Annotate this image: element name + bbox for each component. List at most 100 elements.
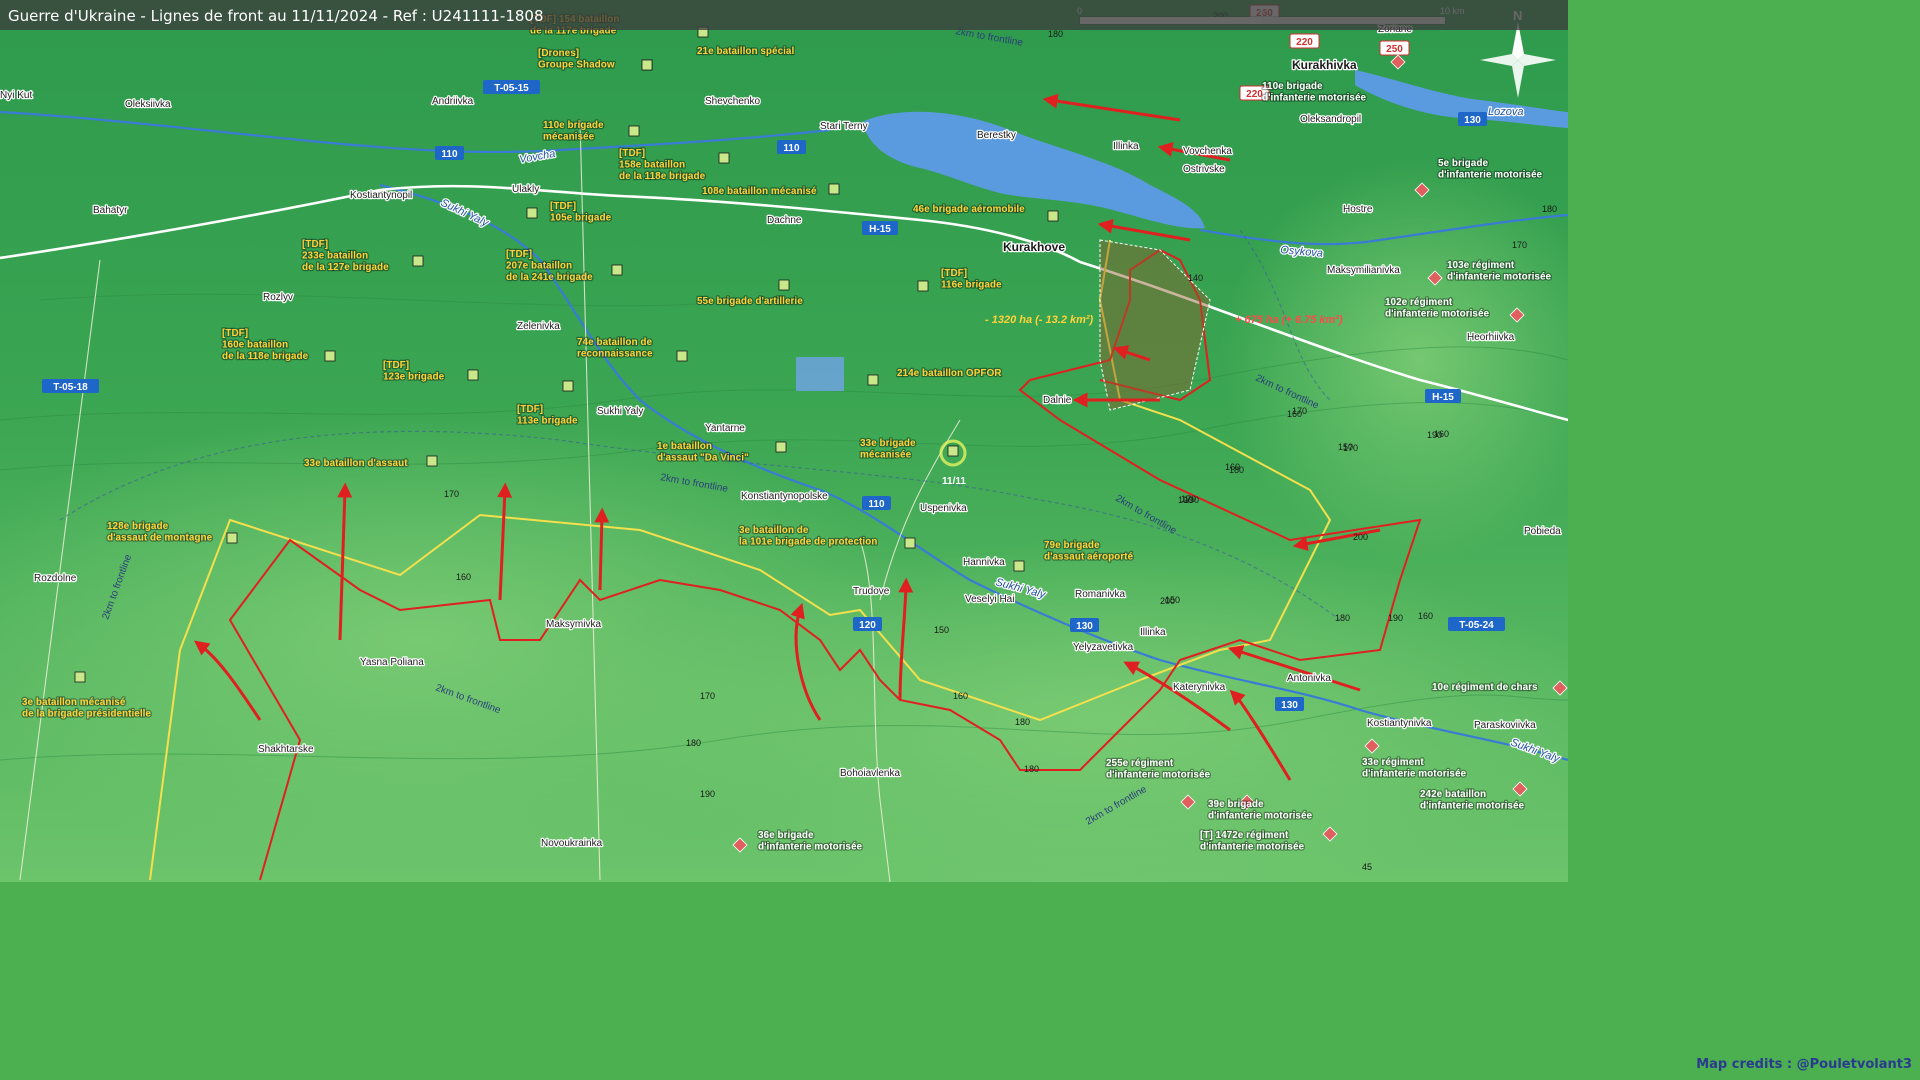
road-label: 110 xyxy=(441,149,458,160)
town-label: Rozlyv xyxy=(263,292,293,303)
loss-area-label: - 1320 ha (- 13.2 km²) xyxy=(985,314,1094,326)
river-label: Lozova xyxy=(1488,106,1523,118)
ua-unit-label: 46e brigade aéromobile xyxy=(913,204,1025,215)
town-label: Antonivka xyxy=(1287,673,1331,684)
road-label: 130 xyxy=(1076,621,1093,632)
elevation-label: 200 xyxy=(1353,532,1368,542)
ua-unit-icon xyxy=(641,59,653,71)
road-label: 120 xyxy=(859,620,876,631)
ua-unit-icon xyxy=(775,441,787,453)
elevation-label: 180 xyxy=(686,738,701,748)
road-label: H-15 xyxy=(1432,392,1454,403)
town-label: Heorhiivka xyxy=(1467,332,1515,343)
town-label: Veselyi Hai xyxy=(965,594,1014,605)
ua-unit-icon xyxy=(74,671,86,683)
ua-unit-label: 21e bataillon spécial xyxy=(697,46,794,57)
ua-unit-icon xyxy=(1013,560,1025,572)
elevation-label: 170 xyxy=(1343,443,1358,453)
elevation-label: 180 xyxy=(1024,764,1039,774)
road-label: 220 xyxy=(1246,89,1263,100)
town-label: Pobieda xyxy=(1524,526,1561,537)
town-label: Illinka xyxy=(1140,627,1166,638)
elevation-label: 170 xyxy=(444,489,459,499)
elevation-label: 150 xyxy=(934,625,949,635)
road-label: T-05-15 xyxy=(494,83,529,94)
date-label: 11/11 xyxy=(942,476,966,487)
elevation-label: 190 xyxy=(1178,495,1193,505)
elevation-label: 180 xyxy=(1335,613,1350,623)
town-label: Oleksiivka xyxy=(125,99,171,110)
town-label: Konstiantynopolske xyxy=(741,491,828,502)
ua-unit-icon xyxy=(828,183,840,195)
town-label: Katerynivka xyxy=(1173,682,1226,693)
town-label: Ostrivske xyxy=(1183,164,1225,175)
town-label: Paraskoviivka xyxy=(1474,720,1536,731)
elevation-label: 170 xyxy=(1292,406,1307,416)
town-label: Dalnie xyxy=(1043,395,1072,406)
town-label: Novoukrainka xyxy=(541,838,603,849)
road-label: 110 xyxy=(783,143,800,154)
ua-unit-icon xyxy=(778,279,790,291)
road-label: H-15 xyxy=(869,224,891,235)
town-label: Yelyzavetivka xyxy=(1073,642,1134,653)
town-label: Uspenivka xyxy=(920,503,967,514)
town-label: Dachne xyxy=(767,215,802,226)
town-label: Hostre xyxy=(1343,204,1373,215)
elevation-label: 170 xyxy=(1512,240,1527,250)
town-label: Oleksandropil xyxy=(1300,114,1361,125)
ua-unit-icon xyxy=(917,280,929,292)
town-label: Stari Terny xyxy=(820,121,868,132)
fields-blue xyxy=(796,357,844,391)
ua-unit-icon xyxy=(947,445,959,457)
ua-unit-icon xyxy=(324,350,336,362)
title-bar: Guerre d'Ukraine - Lignes de front au 11… xyxy=(0,0,1568,30)
elevation-label: 180 xyxy=(1015,717,1030,727)
elevation-label: 190 xyxy=(700,789,715,799)
ua-unit-icon xyxy=(426,455,438,467)
ua-unit-icon xyxy=(676,350,688,362)
elevation-label: 190 xyxy=(1388,613,1403,623)
town-label: Maksymivka xyxy=(546,619,601,630)
town-label: Kurakhivka xyxy=(1292,58,1357,72)
road-label: T-05-24 xyxy=(1459,620,1494,631)
elevation-label: 160 xyxy=(953,691,968,701)
ua-unit-icon xyxy=(1047,210,1059,222)
ua-unit-icon xyxy=(526,207,538,219)
elevation-label: 150 xyxy=(1165,595,1180,605)
town-label: Hannivka xyxy=(963,557,1005,568)
ua-unit-icon xyxy=(867,374,879,386)
town-label: Vovchenka xyxy=(1183,146,1232,157)
town-label: Berestky xyxy=(977,130,1016,141)
town-label: Trudove xyxy=(853,586,890,597)
town-label: Shevchenko xyxy=(705,96,760,107)
town-label: Yasna Poliana xyxy=(360,657,424,668)
town-label: Zelenivka xyxy=(517,321,560,332)
elevation-label: 140 xyxy=(1188,273,1203,283)
ua-unit-label: 33e brigade mécanisée xyxy=(860,438,916,461)
town-label: Bohoiavlenka xyxy=(840,768,900,779)
town-label: Kostiantynopil xyxy=(350,190,412,201)
road-label: 130 xyxy=(1281,700,1298,711)
ua-unit-icon xyxy=(562,380,574,392)
town-label: Andriivka xyxy=(432,96,474,107)
town-label: Kurakhove xyxy=(1003,240,1065,254)
ua-unit-icon xyxy=(628,125,640,137)
ua-unit-icon xyxy=(467,369,479,381)
town-label: Maksymilianivka xyxy=(1327,265,1400,276)
elevation-label: 180 xyxy=(1229,465,1244,475)
road-label: 110 xyxy=(868,499,885,510)
town-label: Bahatyr xyxy=(93,205,128,216)
map-credits: Map credits : @Pouletvolant3 xyxy=(1696,1057,1912,1072)
ua-unit-icon xyxy=(412,255,424,267)
ua-unit-icon xyxy=(718,152,730,164)
ua-unit-icon xyxy=(904,537,916,549)
ua-unit-label: 214e bataillon OPFOR xyxy=(897,368,1002,379)
elevation-label: 170 xyxy=(700,691,715,701)
gain-area-label: + 675 ha (+ 6.75 km²) xyxy=(1235,314,1343,326)
town-label: Ulakly xyxy=(512,184,539,195)
town-label: Kostiantynivka xyxy=(1367,718,1432,729)
road-label: 130 xyxy=(1464,115,1481,126)
ua-unit-label: 108e bataillon mécanisé xyxy=(702,186,817,197)
road-label: 220 xyxy=(1296,37,1313,48)
town-label: Nyi Kut xyxy=(0,90,32,101)
